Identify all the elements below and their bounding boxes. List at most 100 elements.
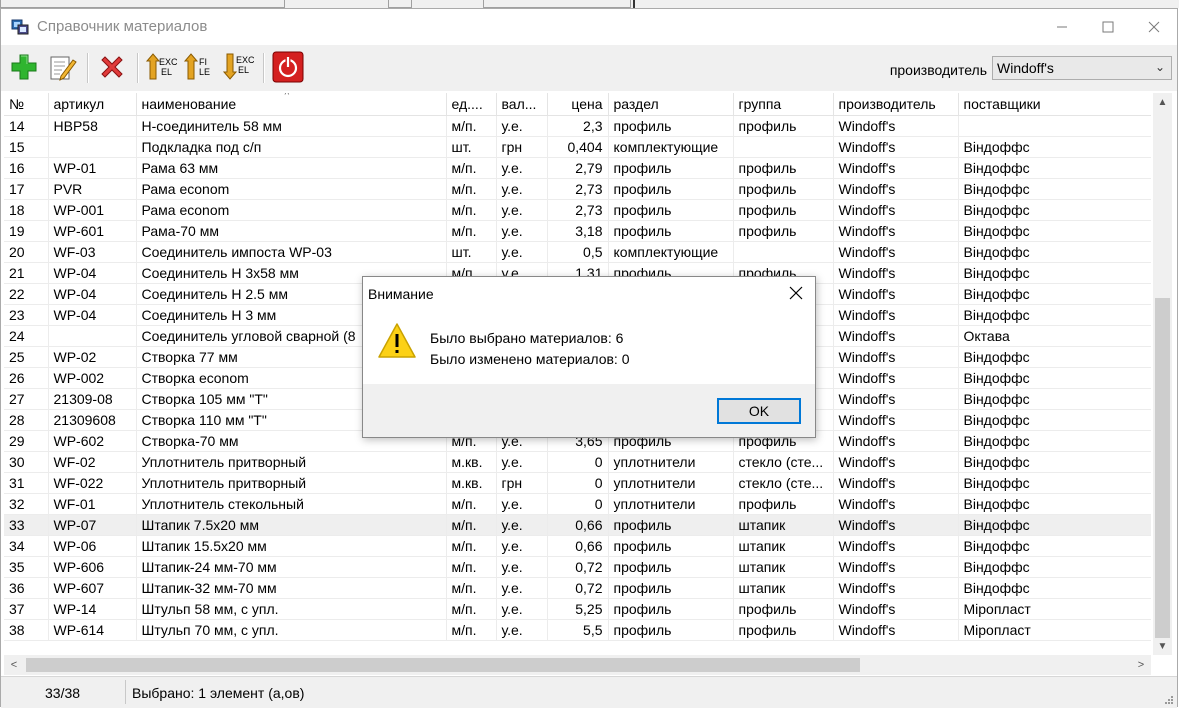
toolbar-separator <box>263 53 265 83</box>
table-cell: 15 <box>4 136 49 158</box>
table-cell: Windoff's <box>833 136 959 158</box>
column-header[interactable]: артикул <box>48 93 137 116</box>
export-excel-button[interactable]: EXC EL <box>221 50 255 84</box>
scroll-up-icon[interactable]: ▲ <box>1153 93 1172 111</box>
add-button[interactable] <box>7 50 41 84</box>
table-row[interactable]: 19 WP-601 Рама-70 мм м/п. у.е. 3,18 профиль про… <box>4 220 1151 242</box>
table-cell: профиль <box>608 115 734 137</box>
scroll-right-icon[interactable]: > <box>1131 655 1151 675</box>
column-header[interactable]: поставщики <box>958 93 1151 116</box>
column-header[interactable]: производитель <box>833 93 959 116</box>
column-header[interactable]: цена <box>547 93 609 116</box>
table-cell: у.е. <box>496 556 548 578</box>
table-cell: 0 <box>547 472 609 494</box>
table-cell: м/п. <box>446 598 497 620</box>
table-row[interactable]: 35 WP-606 Штапик-24 мм-70 мм м/п. у.е. 0,72 пр… <box>4 556 1151 578</box>
table-cell: у.е. <box>496 199 548 221</box>
table-cell: WP-04 <box>48 262 137 284</box>
table-cell: 0 <box>547 493 609 515</box>
table-cell: 20 <box>4 241 49 263</box>
table-cell: 34 <box>4 535 49 557</box>
table-cell: у.е. <box>496 157 548 179</box>
dialog-title: Внимание <box>368 286 434 302</box>
column-header[interactable]: раздел <box>608 93 734 116</box>
column-header[interactable]: наименование ^ <box>136 93 447 116</box>
table-row[interactable]: 17 PVR Рама econom м/п. у.е. 2,73 профиль профи… <box>4 178 1151 200</box>
table-cell: 36 <box>4 577 49 599</box>
table-row[interactable]: 31 WF-022 Уплотнитель притворный м.кв. грн 0 у… <box>4 472 1151 494</box>
scroll-left-icon[interactable]: < <box>4 655 24 675</box>
ok-button[interactable]: OK <box>717 398 801 424</box>
table-cell: 29 <box>4 430 49 452</box>
minimize-button[interactable] <box>1039 9 1085 45</box>
table-cell: 27 <box>4 388 49 410</box>
table-cell: стекло (сте... <box>733 451 834 473</box>
table-cell: 0,66 <box>547 535 609 557</box>
table-cell: Міропласт <box>958 598 1151 620</box>
table-cell: профиль <box>608 577 734 599</box>
horizontal-scrollbar[interactable]: < > <box>4 655 1151 675</box>
column-header[interactable]: ед.... <box>446 93 497 116</box>
column-header[interactable]: вал... <box>496 93 548 116</box>
table-row[interactable]: 37 WP-14 Штульп 58 мм, с упл. м/п. у.е. 5,25 п… <box>4 598 1151 620</box>
import-excel-button[interactable]: EXC EL <box>144 50 178 84</box>
vertical-scroll-thumb[interactable] <box>1155 298 1170 638</box>
table-cell: WP-04 <box>48 283 137 305</box>
table-cell: 16 <box>4 157 49 179</box>
table-cell: 25 <box>4 346 49 368</box>
plus-icon <box>11 54 37 80</box>
table-row[interactable]: 14 HBP58 Н-соединитель 58 мм м/п. у.е. 2,3 про… <box>4 115 1151 137</box>
table-cell: штапик <box>733 514 834 536</box>
maximize-button[interactable] <box>1085 9 1131 45</box>
table-cell: профиль <box>733 199 834 221</box>
table-cell: Віндоффс <box>958 220 1151 242</box>
table-cell: WP-607 <box>48 577 137 599</box>
table-row[interactable]: 20 WF-03 Соединитель импоста WP-03 шт. у.е. 0… <box>4 241 1151 263</box>
table-row[interactable]: 36 WP-607 Штапик-32 мм-70 мм м/п. у.е. 0,72 пр… <box>4 577 1151 599</box>
table-cell: м/п. <box>446 556 497 578</box>
table-row[interactable]: 38 WP-614 Штульп 70 мм, с упл. м/п. у.е. 5,5 п… <box>4 619 1151 641</box>
import-excel-icon: EXC EL <box>145 53 177 80</box>
table-cell: 14 <box>4 115 49 137</box>
table-row[interactable]: 30 WF-02 Уплотнитель притворный м.кв. у.е. 0 у… <box>4 451 1151 473</box>
table-row[interactable]: 15 Подкладка под с/п шт. грн 0,404 комплектую… <box>4 136 1151 158</box>
import-file-button[interactable]: FI LE <box>182 50 216 84</box>
manufacturer-select[interactable]: Windoff's ⌄ <box>992 56 1172 80</box>
column-header[interactable]: № <box>4 93 49 116</box>
edit-button[interactable] <box>45 50 79 84</box>
table-cell: Windoff's <box>833 115 959 137</box>
table-cell: стекло (сте... <box>733 472 834 494</box>
table-cell: Штапик-24 мм-70 мм <box>136 556 447 578</box>
table-row[interactable]: 16 WP-01 Рама 63 мм м/п. у.е. 2,79 профиль проф… <box>4 157 1151 179</box>
table-row[interactable]: 33 WP-07 Штапик 7.5х20 мм м/п. у.е. 0,66 профи… <box>4 514 1151 536</box>
manufacturer-value: Windoff's <box>997 60 1054 76</box>
power-icon <box>272 51 304 83</box>
table-cell: Віндоффс <box>958 577 1151 599</box>
column-header[interactable]: группа <box>733 93 834 116</box>
dialog-close-button[interactable] <box>785 282 807 304</box>
table-row[interactable]: 32 WF-01 Уплотнитель стекольный м/п. у.е. 0 уп… <box>4 493 1151 515</box>
table-cell: Windoff's <box>833 451 959 473</box>
scroll-down-icon[interactable]: ▼ <box>1153 637 1172 655</box>
horizontal-scroll-thumb[interactable] <box>26 658 860 672</box>
edit-icon <box>50 56 77 81</box>
table-cell: у.е. <box>496 220 548 242</box>
table-cell: Рама 63 мм <box>136 157 447 179</box>
svg-text:LE: LE <box>199 67 210 77</box>
svg-text:FI: FI <box>199 57 207 67</box>
table-cell: WP-07 <box>48 514 137 536</box>
table-cell: Віндоффс <box>958 367 1151 389</box>
vertical-scrollbar[interactable]: ▲ ▼ <box>1153 93 1172 655</box>
exit-button[interactable] <box>271 50 305 84</box>
table-row[interactable]: 34 WP-06 Штапик 15.5х20 мм м/п. у.е. 0,66 проф… <box>4 535 1151 557</box>
background-window-edge <box>0 0 1179 8</box>
dialog-selected-count: Было выбрано материалов: 6 <box>430 330 624 346</box>
title-bar: Справочник материалов <box>1 9 1177 45</box>
resize-grip-icon[interactable] <box>1164 695 1174 705</box>
table-cell: 0 <box>547 451 609 473</box>
table-row[interactable]: 18 WP-001 Рама econom м/п. у.е. 2,73 профиль пр… <box>4 199 1151 221</box>
table-cell: 0,5 <box>547 241 609 263</box>
table-cell: Windoff's <box>833 220 959 242</box>
delete-button[interactable] <box>95 50 129 84</box>
close-button[interactable] <box>1131 9 1177 45</box>
